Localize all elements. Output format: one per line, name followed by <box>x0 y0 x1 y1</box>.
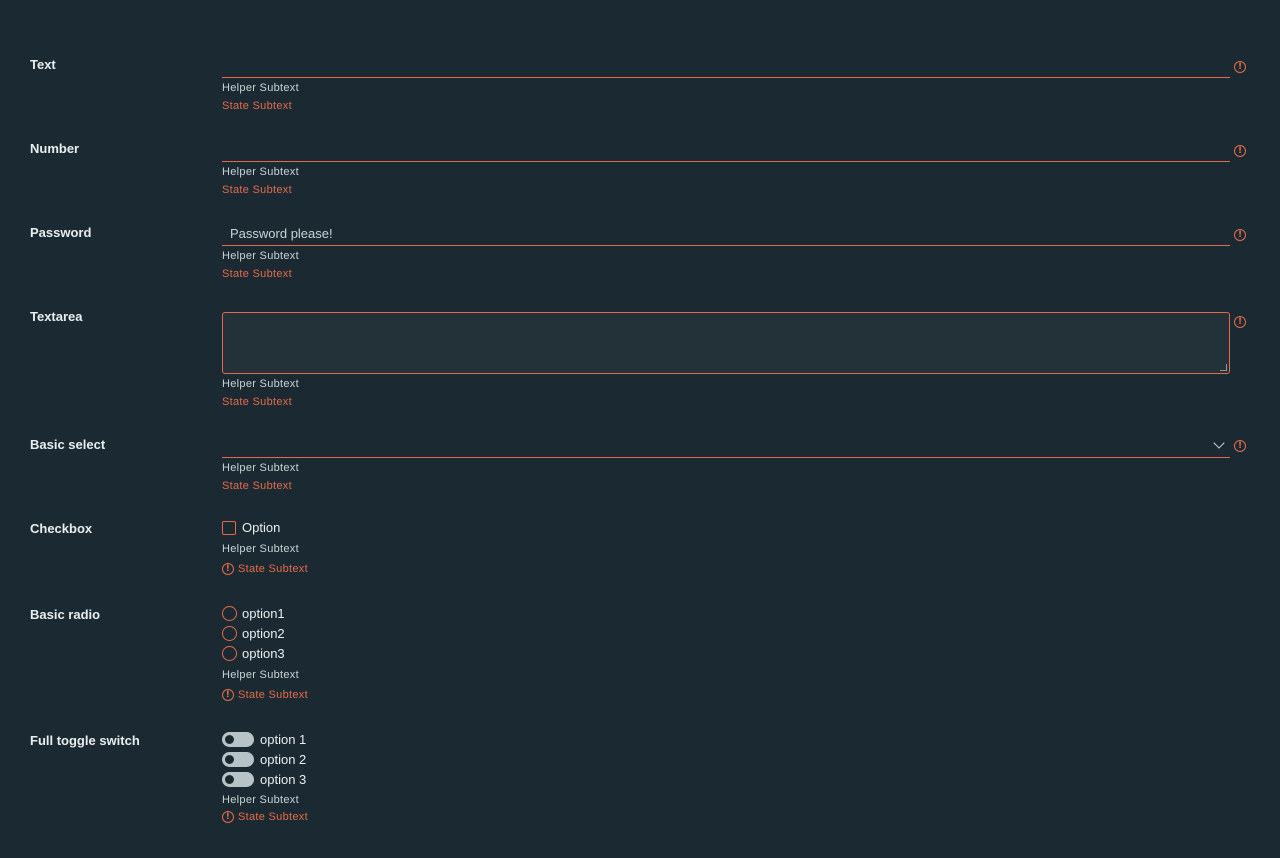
text-input[interactable] <box>222 54 1230 77</box>
error-icon: ! <box>222 689 234 701</box>
error-icon: ! <box>222 811 234 823</box>
password-input-wrapper <box>222 222 1230 246</box>
toggle-option-2[interactable]: option 2 <box>222 752 306 767</box>
state-text: State Subtext <box>222 184 292 196</box>
password-input[interactable] <box>222 222 1230 245</box>
radio-option-1[interactable]: option1 <box>222 606 285 621</box>
radio-label: Basic radio <box>30 607 101 622</box>
number-state: State Subtext <box>222 184 292 196</box>
text-helper: Helper Subtext <box>222 82 299 94</box>
error-icon: ! <box>222 563 234 575</box>
radio-option-3[interactable]: option3 <box>222 646 285 661</box>
error-icon: ! <box>1234 145 1246 157</box>
radio-option-label: option1 <box>242 606 285 621</box>
checkbox-state: ! State Subtext <box>222 563 308 575</box>
number-input-wrapper <box>222 138 1230 162</box>
password-label: Password <box>30 225 92 240</box>
text-state: State Subtext <box>222 100 292 112</box>
radio-button[interactable] <box>222 606 237 621</box>
error-icon: ! <box>1234 229 1246 241</box>
password-state: State Subtext <box>222 268 292 280</box>
state-text: State Subtext <box>222 480 292 492</box>
select-label: Basic select <box>30 437 106 452</box>
toggle-option-label: option 2 <box>260 752 307 767</box>
checkbox-label: Checkbox <box>30 521 93 536</box>
radio-state: ! State Subtext <box>222 689 308 701</box>
password-helper: Helper Subtext <box>222 250 299 262</box>
state-text: State Subtext <box>222 100 292 112</box>
toggle-option-3[interactable]: option 3 <box>222 772 306 787</box>
toggle-helper: Helper Subtext <box>222 794 299 806</box>
error-icon: ! <box>1234 316 1246 328</box>
checkbox-option[interactable]: Option <box>222 520 280 535</box>
textarea-helper: Helper Subtext <box>222 378 299 390</box>
radio-button[interactable] <box>222 646 237 661</box>
state-text: State Subtext <box>238 563 308 575</box>
checkbox-helper: Helper Subtext <box>222 543 299 555</box>
select-helper: Helper Subtext <box>222 462 299 474</box>
radio-option-2[interactable]: option2 <box>222 626 285 641</box>
toggle-switch[interactable] <box>222 752 254 767</box>
toggle-switch[interactable] <box>222 732 254 747</box>
text-label: Text <box>30 57 56 72</box>
resize-handle-icon[interactable] <box>1220 364 1227 371</box>
state-text: State Subtext <box>238 689 308 701</box>
state-text: State Subtext <box>222 396 292 408</box>
radio-button[interactable] <box>222 626 237 641</box>
toggle-option-label: option 3 <box>260 772 307 787</box>
state-text: State Subtext <box>238 811 308 823</box>
basic-select[interactable] <box>222 434 1230 458</box>
toggle-option-label: option 1 <box>260 732 307 747</box>
text-input-wrapper <box>222 54 1230 78</box>
textarea-input[interactable] <box>222 312 1230 374</box>
checkbox-option-label: Option <box>242 520 281 535</box>
number-label: Number <box>30 141 80 156</box>
toggle-option-1[interactable]: option 1 <box>222 732 306 747</box>
toggle-label: Full toggle switch <box>30 733 140 748</box>
radio-option-label: option2 <box>242 626 285 641</box>
error-icon: ! <box>1234 61 1246 73</box>
checkbox[interactable] <box>222 520 236 535</box>
radio-option-label: option3 <box>242 646 285 661</box>
textarea-label: Textarea <box>30 309 83 324</box>
number-input[interactable] <box>222 138 1230 161</box>
textarea-state: State Subtext <box>222 396 292 408</box>
error-icon: ! <box>1234 440 1246 452</box>
number-helper: Helper Subtext <box>222 166 299 178</box>
toggle-switch[interactable] <box>222 772 254 787</box>
radio-helper: Helper Subtext <box>222 669 299 681</box>
toggle-state: ! State Subtext <box>222 811 308 823</box>
state-text: State Subtext <box>222 268 292 280</box>
select-state: State Subtext <box>222 480 292 492</box>
